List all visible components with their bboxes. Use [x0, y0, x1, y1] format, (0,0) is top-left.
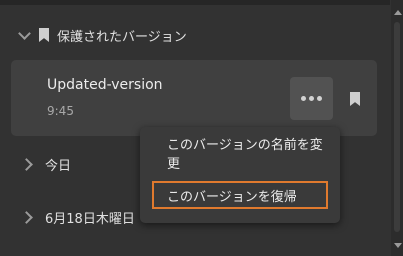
more-options-button[interactable]: [290, 77, 333, 120]
menu-item-rename-version[interactable]: このバージョンの名前を変更: [152, 138, 328, 172]
version-context-menu: このバージョンの名前を変更 このバージョンを復帰: [140, 127, 340, 223]
panel-top-edge: [0, 0, 390, 5]
vertical-scrollbar[interactable]: [391, 0, 403, 256]
more-horizontal-icon: [301, 96, 306, 101]
menu-item-restore-version[interactable]: このバージョンを復帰: [152, 181, 328, 209]
version-name: Updated-version: [47, 77, 163, 93]
group-today[interactable]: 今日: [18, 153, 71, 175]
scroll-down-icon[interactable]: [394, 243, 402, 248]
scrollbar-thumb[interactable]: [394, 22, 400, 232]
group-label: 6月18日木曜日: [45, 211, 135, 227]
chevron-down-icon[interactable]: [18, 27, 31, 40]
version-card[interactable]: Updated-version 9:45: [11, 60, 377, 136]
scroll-up-icon[interactable]: [394, 10, 402, 15]
version-time: 9:45: [47, 104, 74, 118]
bookmark-icon[interactable]: [350, 92, 360, 106]
saved-versions-label: 保護されたバージョン: [57, 29, 187, 45]
bookmark-icon: [39, 28, 49, 42]
more-horizontal-icon: [309, 96, 314, 101]
chevron-right-icon[interactable]: [20, 210, 33, 224]
saved-versions-header[interactable]: 保護されたバージョン: [14, 24, 187, 46]
group-label: 今日: [45, 158, 72, 174]
group-date[interactable]: 6月18日木曜日: [18, 206, 135, 228]
more-horizontal-icon: [317, 96, 322, 101]
chevron-right-icon[interactable]: [20, 157, 33, 171]
